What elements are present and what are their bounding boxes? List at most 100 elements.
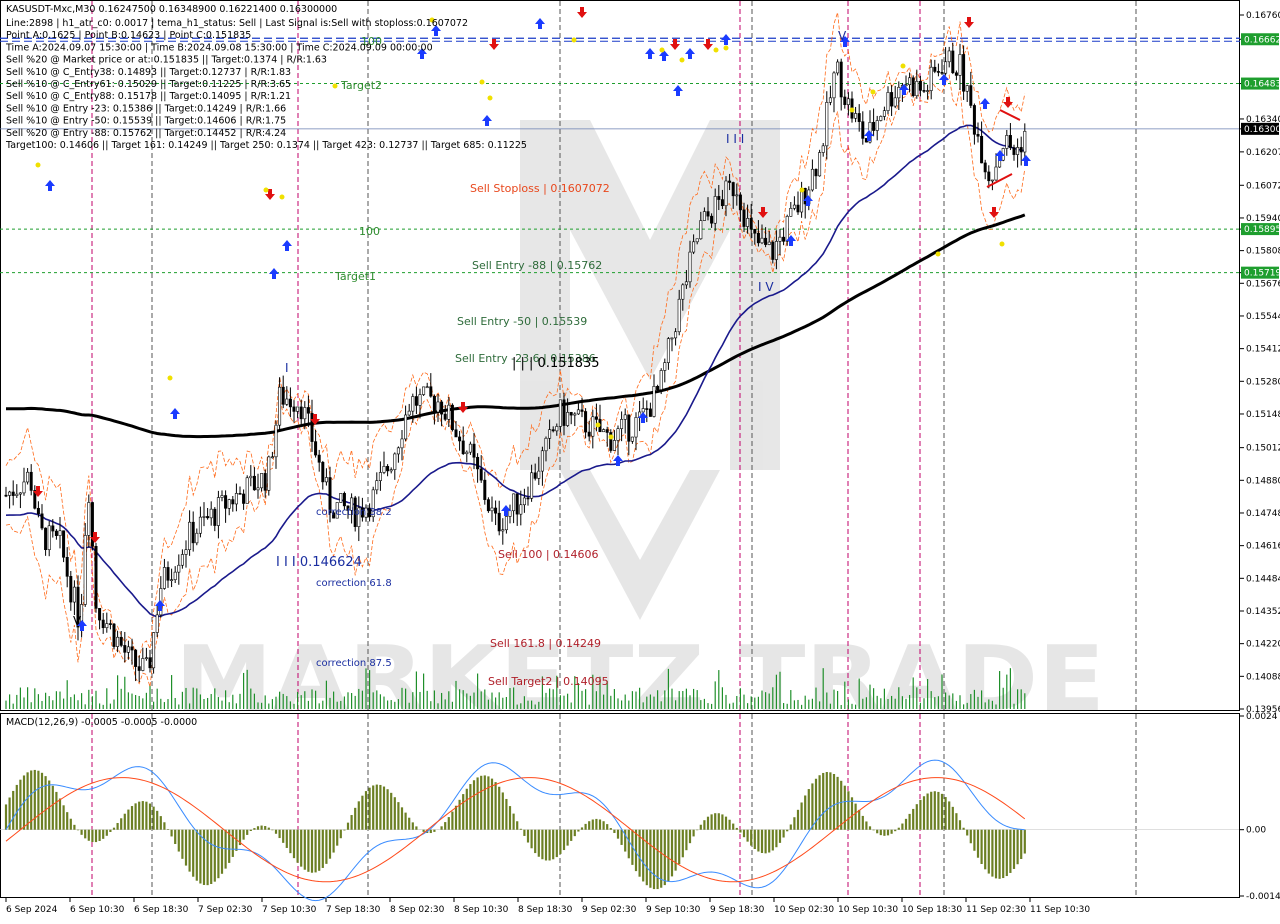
- candle-body: [954, 72, 958, 76]
- level-label: Sell Stoploss | 0.1607072: [470, 182, 610, 195]
- candle-body: [468, 443, 472, 453]
- candle-body: [422, 386, 426, 395]
- trend-line: [999, 109, 1021, 121]
- candle-body: [674, 331, 678, 339]
- candle-body: [396, 447, 400, 455]
- price-tick-label: 0.15012: [1246, 444, 1280, 454]
- candle-body: [548, 429, 552, 439]
- candle-body: [314, 441, 318, 456]
- candle-body: [429, 386, 433, 397]
- price-tick-label: 0.15148: [1246, 410, 1280, 420]
- candle-body: [692, 241, 696, 253]
- candle-body: [990, 179, 994, 182]
- candle-body: [108, 623, 112, 625]
- candle-body: [281, 386, 285, 405]
- buy-arrow-icon: [170, 408, 180, 419]
- level-label: correction 87.5: [316, 658, 392, 669]
- candle-body: [918, 80, 922, 91]
- level-label: correction 38.2: [316, 507, 392, 518]
- candle-body: [929, 66, 933, 91]
- candle-body: [155, 614, 159, 633]
- candle-body: [915, 80, 919, 97]
- buy-arrow-icon: [535, 18, 545, 29]
- candle-body: [317, 454, 321, 463]
- candle-body: [843, 96, 847, 105]
- candle-body: [566, 412, 570, 426]
- price-tick-label: 0.16207: [1246, 148, 1280, 158]
- candle-body: [980, 135, 984, 164]
- star-marker-icon: [279, 194, 285, 200]
- candle-body: [526, 497, 530, 500]
- candle-body: [198, 516, 202, 534]
- candle-body: [677, 298, 681, 333]
- candle-body: [688, 251, 692, 283]
- candle-body: [486, 499, 490, 512]
- moving-averages: [5, 124, 1026, 618]
- buy-arrow-icon: [673, 85, 683, 96]
- candle-body: [447, 404, 451, 420]
- candle-body: [274, 424, 278, 458]
- info-line: Time A:2024.09.07 15:30:00 | Time B:2024…: [5, 42, 433, 53]
- candle-body: [1016, 147, 1020, 155]
- candle-body: [976, 134, 980, 137]
- candle-body: [245, 477, 249, 504]
- chart-svg: MARKETZ TRADE Sell Stoploss | 0.1607072 S…: [0, 0, 1280, 915]
- candle-body: [306, 407, 310, 414]
- candle-body: [411, 396, 415, 412]
- level-label: 100: [359, 225, 380, 238]
- candle-body: [44, 527, 48, 551]
- price-tick-label: 0.15280: [1246, 377, 1280, 387]
- candle-body: [710, 215, 714, 224]
- candle-body: [749, 218, 753, 230]
- candle-body: [458, 436, 462, 442]
- price-tick-label: 0.15808: [1246, 247, 1280, 257]
- candle-body: [774, 241, 778, 260]
- candle-body: [616, 428, 620, 441]
- info-line: Line:2898 | h1_atr_c0: 0.0017 | tema_h1_…: [6, 18, 468, 29]
- candle-body: [310, 412, 314, 442]
- time-label: 6 Sep 2024: [6, 905, 58, 915]
- candle-body: [231, 499, 235, 505]
- candle-body: [123, 645, 127, 653]
- candle-body: [249, 475, 253, 479]
- candle-body: [612, 440, 616, 451]
- candle-body: [764, 237, 768, 245]
- channel-lower: [5, 73, 1026, 688]
- candle-body: [695, 238, 699, 243]
- candle-body: [738, 194, 742, 211]
- candle-body: [821, 145, 825, 153]
- candle-body: [170, 579, 174, 581]
- level-label: I I I 0.146624: [276, 555, 362, 570]
- candle-body: [209, 508, 213, 519]
- time-label: 6 Sep 10:30: [70, 905, 125, 915]
- buy-arrow-icon: [282, 240, 292, 251]
- price-tick-label: 0.14880: [1246, 476, 1280, 486]
- fast-ma-line: [5, 124, 1025, 618]
- level-label: Sell Target2 | 0.14095: [488, 675, 609, 688]
- candle-body: [324, 477, 328, 483]
- candle-body: [576, 409, 580, 415]
- candle-body: [299, 406, 303, 420]
- candle-body: [195, 532, 199, 544]
- star-marker-icon: [659, 47, 665, 53]
- candle-body: [296, 406, 300, 412]
- candle-body: [875, 120, 879, 131]
- candle-body: [792, 204, 796, 209]
- candle-body: [292, 406, 296, 412]
- candle-body: [98, 608, 102, 621]
- candle-body: [558, 399, 562, 427]
- chart-root: MARKETZ TRADE Sell Stoploss | 0.1607072 S…: [0, 0, 1280, 920]
- candle-body: [832, 72, 836, 99]
- time-label: 10 Sep 10:30: [838, 905, 898, 915]
- candle-body: [724, 180, 728, 207]
- candle-body: [40, 513, 44, 529]
- candle-body: [173, 571, 177, 580]
- candle-body: [188, 521, 192, 551]
- candle-body: [602, 429, 606, 433]
- candle-body: [180, 554, 184, 566]
- candle-body: [8, 491, 12, 496]
- candle-body: [969, 85, 973, 106]
- price-tick-label: 0.14352: [1246, 607, 1280, 617]
- star-marker-icon: [595, 422, 601, 428]
- candle-body: [580, 409, 584, 412]
